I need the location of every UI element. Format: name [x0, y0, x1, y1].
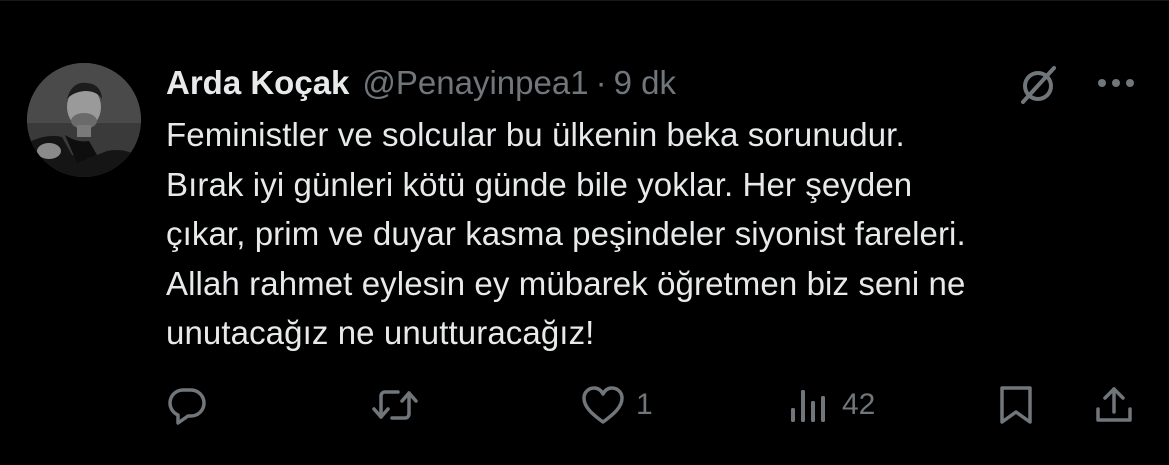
author-name[interactable]: Arda Koçak: [166, 64, 349, 102]
tweet-text: Feministler ve solcular bu ülkenin beka …: [166, 110, 1156, 358]
tweet[interactable]: Arda Koçak @Penayinpea1 · 9 dk Feministl…: [0, 0, 1169, 465]
like-count: 1: [636, 388, 653, 421]
grok-icon[interactable]: [1014, 60, 1062, 108]
more-icon[interactable]: [1093, 60, 1139, 106]
avatar[interactable]: [27, 63, 141, 177]
tweet-text-line: Feministler ve solcular bu ülkenin beka …: [166, 116, 905, 153]
tweet-text-line: Allah rahmet eylesin ey mübarek öğretmen…: [166, 264, 966, 302]
retweet-button[interactable]: [371, 380, 419, 430]
like-button[interactable]: 1: [580, 380, 653, 430]
author-handle[interactable]: @Penayinpea1: [362, 64, 588, 102]
share-icon: [1096, 387, 1132, 422]
views-button[interactable]: 42: [788, 380, 875, 430]
views-count: 42: [842, 388, 876, 421]
views-icon: [791, 390, 825, 422]
bookmark-button[interactable]: [996, 380, 1036, 430]
share-button[interactable]: [1093, 380, 1135, 430]
tweet-text-line: unutacağız ne unutturacağız!: [166, 314, 595, 351]
separator-dot: ·: [595, 64, 607, 101]
timestamp[interactable]: 9 dk: [614, 64, 676, 102]
reply-button[interactable]: [166, 380, 208, 430]
heart-icon: [582, 386, 624, 424]
reply-icon: [168, 388, 206, 425]
avatar-image: [27, 63, 141, 177]
tweet-text-line: çıkar, prim ve duyar kasma peşindeler si…: [166, 215, 966, 252]
tweet-text-line: Bırak iyi günleri kötü günde bile yoklar…: [166, 165, 913, 203]
retweet-icon: [372, 390, 418, 420]
action-bar: 1 42: [0, 380, 1169, 430]
tweet-header: Arda Koçak @Penayinpea1 · 9 dk: [166, 60, 676, 106]
bookmark-icon: [1000, 386, 1032, 424]
